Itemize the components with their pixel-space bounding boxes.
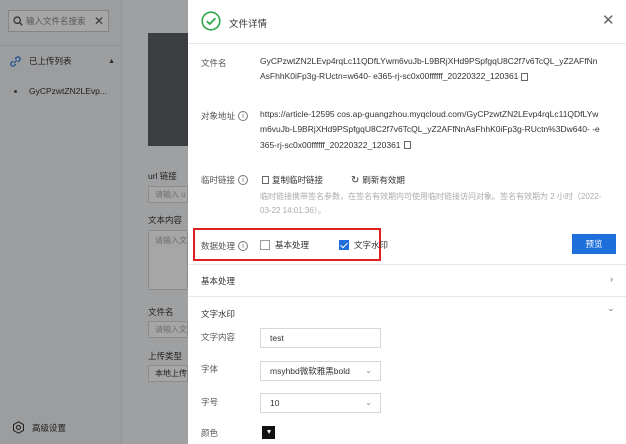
text-watermark-title: 文字水印 xyxy=(201,309,236,319)
object-address-value: https://article-12595 cos.ap-guangzhou.m… xyxy=(260,109,600,150)
success-check-icon xyxy=(201,11,221,31)
text-watermark-checkbox[interactable] xyxy=(339,240,350,250)
temp-link-label: 临时链接 i xyxy=(201,174,249,186)
copy-temp-link-button[interactable]: 复制临时链接 xyxy=(262,174,337,186)
font-label: 字体 xyxy=(201,364,219,374)
font-size-label: 字号 xyxy=(201,397,219,407)
basic-process-title: 基本处理 xyxy=(201,276,236,286)
info-icon[interactable]: i xyxy=(238,241,249,251)
copy-icon xyxy=(262,176,269,184)
text-content-label: 文字内容 xyxy=(201,332,236,342)
text-watermark-label: 文字水印 xyxy=(354,240,389,250)
chevron-down-icon: ⌄ xyxy=(365,398,372,407)
close-icon[interactable]: ✕ xyxy=(602,13,615,29)
overlay-mask[interactable] xyxy=(0,0,188,444)
temp-link-actions: 复制临时链接 ↻ 刷新有效期 xyxy=(262,174,433,186)
filename-value: GyCPzwtZN2LEvp4rqLc11QDfLYwm6vuJb-L9BRjX… xyxy=(260,56,598,82)
chevron-down-icon[interactable]: › xyxy=(607,309,617,312)
color-picker[interactable] xyxy=(262,426,275,439)
preview-button[interactable]: 预览 xyxy=(572,234,616,254)
basic-process-section[interactable]: 基本处理 › xyxy=(188,264,626,296)
font-size-select[interactable]: 10 ⌄ xyxy=(260,393,381,413)
drawer-title: 文件详情 xyxy=(229,19,268,30)
info-icon[interactable]: i xyxy=(238,111,249,121)
drawer-header: 文件详情 ✕ xyxy=(188,0,626,44)
basic-process-checkbox[interactable] xyxy=(260,240,270,250)
refresh-icon: ↻ xyxy=(351,174,360,186)
filename-row-label: 文件名 xyxy=(201,58,227,68)
info-icon[interactable]: i xyxy=(238,175,249,185)
object-address-label: 对象地址 i xyxy=(201,110,249,122)
copy-icon[interactable] xyxy=(521,73,529,82)
text-watermark-section: 文字水印 › xyxy=(188,296,626,444)
chevron-down-icon: ⌄ xyxy=(365,366,372,375)
text-content-input[interactable]: test xyxy=(260,328,381,348)
file-detail-drawer: 文件详情 ✕ 文件名 GyCPzwtZN2LEvp4rqLc11QDfLYwm6… xyxy=(188,0,626,444)
refresh-validity-button[interactable]: ↻ 刷新有效期 xyxy=(351,174,419,186)
process-options: 基本处理 文字水印 xyxy=(260,239,388,251)
copy-icon[interactable] xyxy=(403,141,411,150)
temp-link-hint: 临时链接携带签名参数，在签名有效期内可使用临时链接访问对象。签名有效期为 2 小… xyxy=(260,192,602,215)
data-process-label: 数据处理 i xyxy=(201,240,249,252)
font-select[interactable]: msyhbd微软雅黑bold ⌄ xyxy=(260,361,381,381)
color-label: 颜色 xyxy=(201,428,219,438)
basic-process-label: 基本处理 xyxy=(275,240,310,250)
chevron-right-icon: › xyxy=(610,274,613,284)
